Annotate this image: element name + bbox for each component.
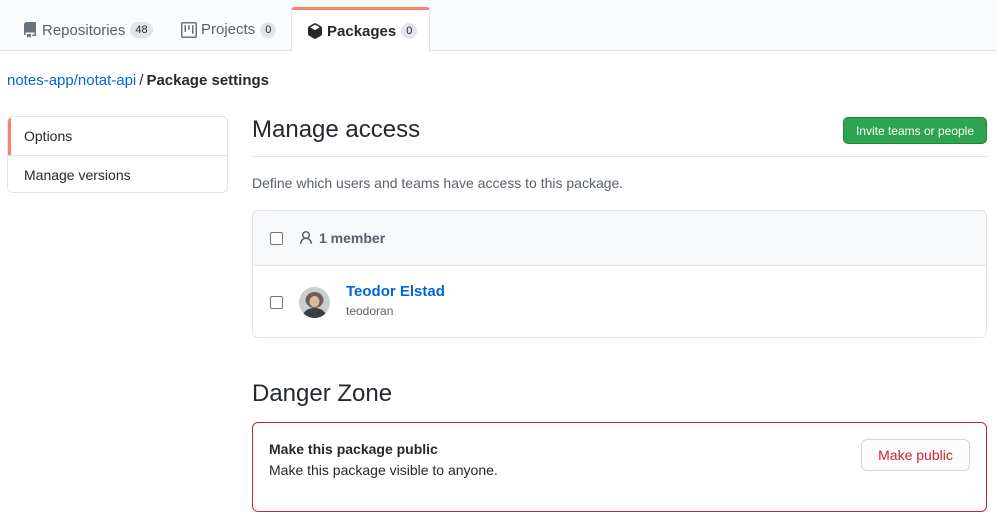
tab-projects[interactable]: Projects 0 [181, 8, 277, 51]
tab-label: Repositories [42, 21, 126, 39]
make-public-heading: Make this package public [269, 441, 438, 457]
make-public-button[interactable]: Make public [861, 439, 970, 471]
tab-bar: Repositories 48 Projects 0 Packages 0 [0, 0, 997, 52]
member-count: 1 member [298, 230, 385, 246]
menu-item-manage-versions[interactable]: Manage versions [8, 155, 227, 192]
person-icon [298, 230, 314, 246]
menu-item-options[interactable]: Options [8, 117, 227, 155]
invite-button[interactable]: Invite teams or people [843, 117, 987, 144]
select-all-checkbox[interactable] [270, 231, 283, 245]
make-public-description: Make this package visible to anyone. [269, 462, 498, 478]
section-divider [252, 156, 987, 157]
tab-counter: 0 [401, 23, 418, 39]
member-login: teodoran [346, 303, 394, 318]
tab-counter: 48 [130, 22, 153, 38]
manage-access-title: Manage access [252, 116, 421, 143]
list-item: Teodor Elstad teodoran [253, 266, 986, 337]
breadcrumb: notes-app/notat-api / Package settings [7, 72, 269, 90]
breadcrumb-package-link[interactable]: notes-app/notat-api [7, 72, 136, 89]
danger-zone-title: Danger Zone [252, 380, 393, 407]
breadcrumb-current: Package settings [146, 72, 269, 89]
member-checkbox[interactable] [270, 295, 283, 309]
member-count-label: 1 member [319, 230, 386, 246]
tab-packages[interactable]: Packages 0 [291, 7, 430, 52]
settings-menu: Options Manage versions [7, 116, 228, 193]
tab-counter: 0 [260, 21, 277, 38]
member-list: 1 member Teodor Elstad teodoran [252, 210, 987, 338]
member-name-link[interactable]: Teodor Elstad [346, 283, 445, 301]
manage-access-description: Define which users and teams have access… [252, 175, 624, 191]
tab-repositories[interactable]: Repositories 48 [22, 8, 153, 51]
avatar[interactable] [299, 286, 330, 318]
member-list-header: 1 member [253, 211, 986, 266]
project-icon [181, 21, 197, 38]
package-icon [307, 23, 323, 39]
tab-label: Packages [327, 22, 397, 40]
breadcrumb-separator: / [139, 72, 144, 89]
tab-label: Projects [201, 21, 256, 38]
member-info: Teodor Elstad teodoran [346, 283, 445, 318]
repo-icon [22, 22, 38, 38]
